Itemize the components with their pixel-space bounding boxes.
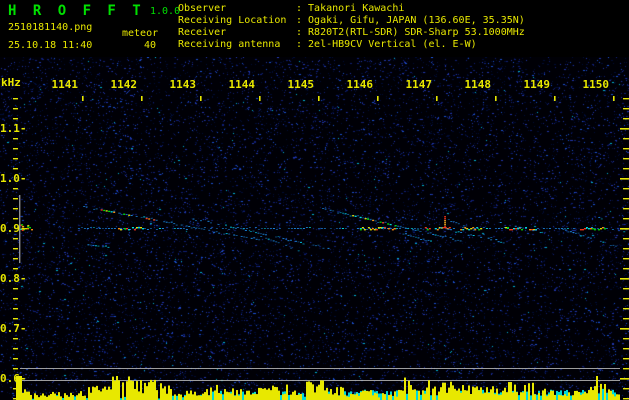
freq-label: 0.6- — [0, 372, 27, 385]
header: H R O F F T 1.0.0 2510181140.png meteor … — [0, 0, 629, 57]
time-label: 1144 — [228, 78, 256, 91]
time-label: 1143 — [169, 78, 197, 91]
time-label: 1142 — [110, 78, 138, 91]
time-label: 1146 — [346, 78, 374, 91]
freq-label: 0.9- — [0, 222, 27, 235]
hrofft-screen: H R O F F T 1.0.0 2510181140.png meteor … — [0, 0, 629, 400]
freq-label: 1.1- — [0, 122, 27, 135]
time-label: 1149 — [523, 78, 551, 91]
spectrogram-overlay — [13, 96, 629, 400]
time-label: 1145 — [287, 78, 315, 91]
app-title: H R O F F T — [8, 3, 145, 19]
echo-count: 40 — [144, 40, 157, 51]
observation-mode: meteor — [122, 28, 159, 39]
output-filename: 2510181140.png — [8, 22, 93, 33]
freq-label: 0.7- — [0, 322, 27, 335]
time-label: 1148 — [464, 78, 492, 91]
info-value: : Ogaki, Gifu, JAPAN (136.60E, 35.35N) — [296, 15, 525, 26]
info-value: : 2el-HB9CV Vertical (el. E-W) — [296, 39, 477, 50]
info-label: Receiver — [178, 27, 227, 38]
station-info: Observer: Takanori Kawachi Receiving Loca… — [178, 3, 525, 51]
info-label: Receiving antenna — [178, 39, 281, 50]
info-row: Receiver : R820T2(RTL-SDR) SDR-Sharp 53.1… — [178, 27, 525, 39]
info-row: Receiving antenna : 2el-HB9CV Vertical (e… — [178, 39, 525, 51]
info-row: Receiving Location : Ogaki, Gifu, JAPAN (… — [178, 15, 525, 27]
info-label: Observer — [178, 3, 227, 14]
info-value: : Takanori Kawachi — [296, 3, 405, 14]
observation-datetime: 25.10.18 11:40 — [8, 40, 93, 51]
app-version: 1.0.0 — [150, 6, 181, 17]
time-label: 1150 — [582, 78, 610, 91]
info-label: Receiving Location — [178, 15, 287, 26]
info-row: Observer : Takanori Kawachi — [178, 3, 525, 15]
freq-label: 0.8- — [0, 272, 27, 285]
time-label: 1141 — [51, 78, 79, 91]
info-value: : R820T2(RTL-SDR) SDR-Sharp 53.1000MHz — [296, 27, 525, 38]
spectrogram: kHz 1141 1142 1143 1144 1145 1146 1147 1148 1149… — [0, 57, 629, 400]
freq-label: 1.0- — [0, 172, 27, 185]
time-label: 1147 — [405, 78, 433, 91]
khz-axis-label: kHz — [1, 76, 21, 89]
